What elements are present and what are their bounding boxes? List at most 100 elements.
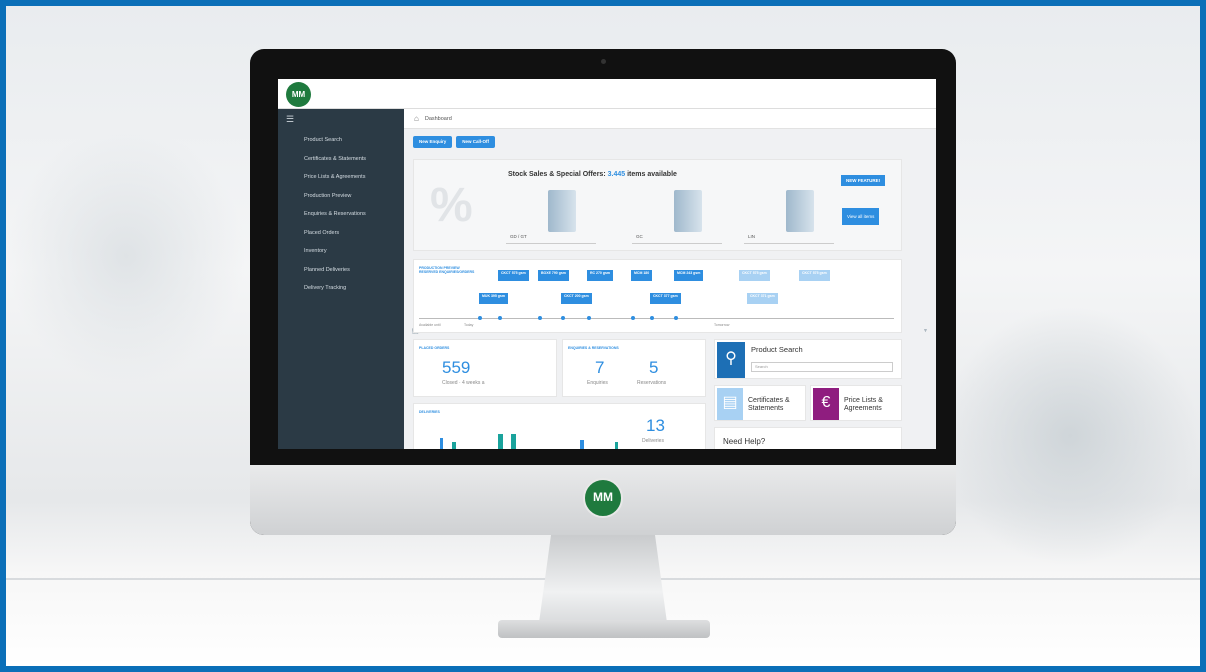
product-search-tile: ⚲ Product Search Search — [714, 339, 902, 379]
search-icon[interactable]: ⚲ — [717, 342, 745, 378]
timeline-dot — [498, 316, 502, 320]
delivery-bar — [440, 438, 443, 449]
timeline-tag[interactable]: CKCT 371 gsm — [747, 293, 778, 304]
reservations-sub: Reservations — [637, 380, 667, 386]
app-screen: MM ☰ ⌂Dashboard▤Products▼Product SearchC… — [278, 79, 936, 449]
timeline-dot — [587, 316, 591, 320]
sidebar: ☰ ⌂Dashboard▤Products▼Product SearchCert… — [278, 109, 928, 449]
timeline-dot — [674, 316, 678, 320]
reservations-value: 5 — [649, 358, 659, 377]
sidebar-item[interactable]: Product Search — [278, 131, 404, 150]
sidebar-item-label: Price Lists & Agreements — [304, 174, 366, 181]
timeline-dot — [650, 316, 654, 320]
product-search-title: Product Search — [751, 345, 803, 354]
menu-icon[interactable]: ☰ — [286, 114, 294, 125]
delivery-bar — [498, 434, 503, 449]
sidebar-item-label: Product Search — [304, 137, 342, 144]
timeline-axis — [419, 318, 894, 319]
price-lists-title: Price Lists & Agreements — [844, 397, 883, 413]
certificates-tile[interactable]: ▤ Certificates & Statements — [714, 385, 806, 421]
sidebar-item[interactable]: Certificates & Statements — [278, 150, 404, 169]
timeline-tag[interactable]: CKCT 377 gsm — [650, 293, 681, 304]
stock-sales-card: % Stock Sales & Special Offers: 3.445 it… — [413, 159, 902, 251]
app-logo[interactable]: MM — [286, 82, 311, 107]
timeline-tag[interactable]: CKCT 200 gsm — [561, 293, 592, 304]
new-enquiry-button[interactable]: New Enquiry — [413, 136, 453, 148]
breadcrumb: ⌂ Dashboard — [404, 109, 936, 129]
timeline-right-label: Tomorrow — [714, 323, 730, 327]
promo-title: Stock Sales & Special Offers: 3.445 item… — [508, 171, 677, 178]
help-title: Need Help? — [723, 437, 766, 446]
monitor-foot — [498, 620, 710, 638]
timeline-tag[interactable]: CKCT 575 gsm — [799, 270, 830, 281]
sidebar-nav: ⌂Dashboard▤Products▼Product SearchCertif… — [278, 131, 928, 335]
product-label: GD / GT — [510, 234, 527, 239]
sidebar-item-label: Enquiries & Reservations — [304, 211, 366, 218]
new-feature-badge: NEW FEATURE! — [841, 175, 886, 186]
new-call-off-button[interactable]: New Call-Off — [456, 136, 496, 148]
price-lists-tile[interactable]: € Price Lists & Agreements — [810, 385, 902, 421]
sidebar-item[interactable]: Production Preview — [278, 187, 404, 206]
breadcrumb-label[interactable]: Dashboard — [425, 116, 452, 122]
help-tile[interactable]: Need Help? — [714, 427, 902, 449]
timeline-header: PRODUCTION PREVIEW RESERVED ENQUIRIES/OR… — [419, 266, 474, 274]
monitor-stand — [538, 535, 668, 630]
percent-icon: % — [430, 179, 473, 232]
top-bar: MM — [278, 79, 936, 109]
timeline-tag[interactable]: MCM 243 gsm — [674, 270, 704, 281]
product-search-input[interactable]: Search — [751, 362, 893, 372]
certificates-title: Certificates & Statements — [748, 397, 790, 413]
placed-orders-value: 559 — [442, 358, 471, 377]
sidebar-item[interactable]: Planned Deliveries — [278, 261, 404, 280]
view-all-button[interactable]: View all items — [842, 208, 880, 225]
timeline-dot — [538, 316, 542, 320]
product-gd-gt[interactable]: GD / GT — [506, 186, 596, 246]
sidebar-item-label: Delivery Tracking — [304, 285, 347, 292]
delivery-bar — [452, 442, 456, 449]
product-image — [548, 190, 576, 232]
timeline-tag[interactable]: RC 270 gsm — [587, 270, 614, 281]
sidebar-item-label: Certificates & Statements — [304, 155, 367, 162]
product-image — [786, 190, 814, 232]
enquiries-card[interactable]: ENQUIRIES & RESERVATIONS 7 Enquiries 5 R… — [562, 339, 706, 397]
sidebar-item[interactable]: Delivery Tracking — [278, 279, 404, 298]
timeline-header-2: RESERVED ENQUIRIES/ORDERS — [419, 270, 475, 274]
sidebar-item-label: Inventory — [304, 248, 327, 255]
enquiries-sub: Enquiries — [587, 380, 608, 386]
enquiries-value: 7 — [595, 358, 605, 377]
sidebar-item-label: Production Preview — [304, 192, 352, 199]
product-lin[interactable]: LIN — [744, 186, 834, 246]
timeline-tag[interactable]: MCM 180 — [631, 270, 653, 281]
timeline-tag[interactable]: CKCT 575 gsm — [739, 270, 770, 281]
product-image — [674, 190, 702, 232]
promo-title-prefix: Stock Sales & Special Offers: — [508, 171, 606, 178]
deliveries-sub: Deliveries — [642, 438, 664, 444]
promo-title-suffix: items available — [627, 171, 677, 178]
placed-orders-sub: Closed · 4 weeks a — [442, 380, 485, 386]
product-label: GC — [636, 234, 643, 239]
home-icon[interactable]: ⌂ — [414, 114, 419, 123]
deliveries-card[interactable]: DELIVERIES 13 Deliveries — [413, 403, 706, 449]
timeline-tag[interactable]: CKCT 575 gsm — [498, 270, 529, 281]
certificates-title-line-2: Statements — [748, 405, 784, 412]
placed-orders-label: PLACED ORDERS — [419, 346, 450, 350]
timeline-left-label: Available until — [419, 323, 441, 327]
enquiries-label: ENQUIRIES & RESERVATIONS — [568, 346, 619, 350]
timeline-tag[interactable]: BOXE 790 gsm — [538, 270, 569, 281]
document-icon: ▤ — [717, 388, 743, 420]
sidebar-item-label: Placed Orders — [304, 229, 340, 236]
certificates-title-line-1: Certificates & — [748, 397, 790, 404]
main-content: ⌂ Dashboard New Enquiry New Call-Off % S… — [404, 109, 936, 449]
placed-orders-card[interactable]: PLACED ORDERS 559 Closed · 4 weeks a — [413, 339, 557, 397]
timeline-mid-label: Today — [464, 323, 474, 327]
timeline-tag[interactable]: MUK 395 gsm — [479, 293, 508, 304]
sidebar-item[interactable]: Enquiries & Reservations — [278, 205, 404, 224]
delivery-bar — [511, 434, 516, 449]
sidebar-item[interactable]: Placed Orders — [278, 224, 404, 243]
sidebar-item[interactable]: Price Lists & Agreements — [278, 168, 404, 187]
price-lists-title-line-1: Price Lists & — [844, 397, 883, 404]
deliveries-value: 13 — [646, 416, 665, 435]
sidebar-item-label: Planned Deliveries — [304, 266, 350, 273]
sidebar-item[interactable]: Inventory — [278, 242, 404, 261]
product-gc[interactable]: GC — [632, 186, 722, 246]
